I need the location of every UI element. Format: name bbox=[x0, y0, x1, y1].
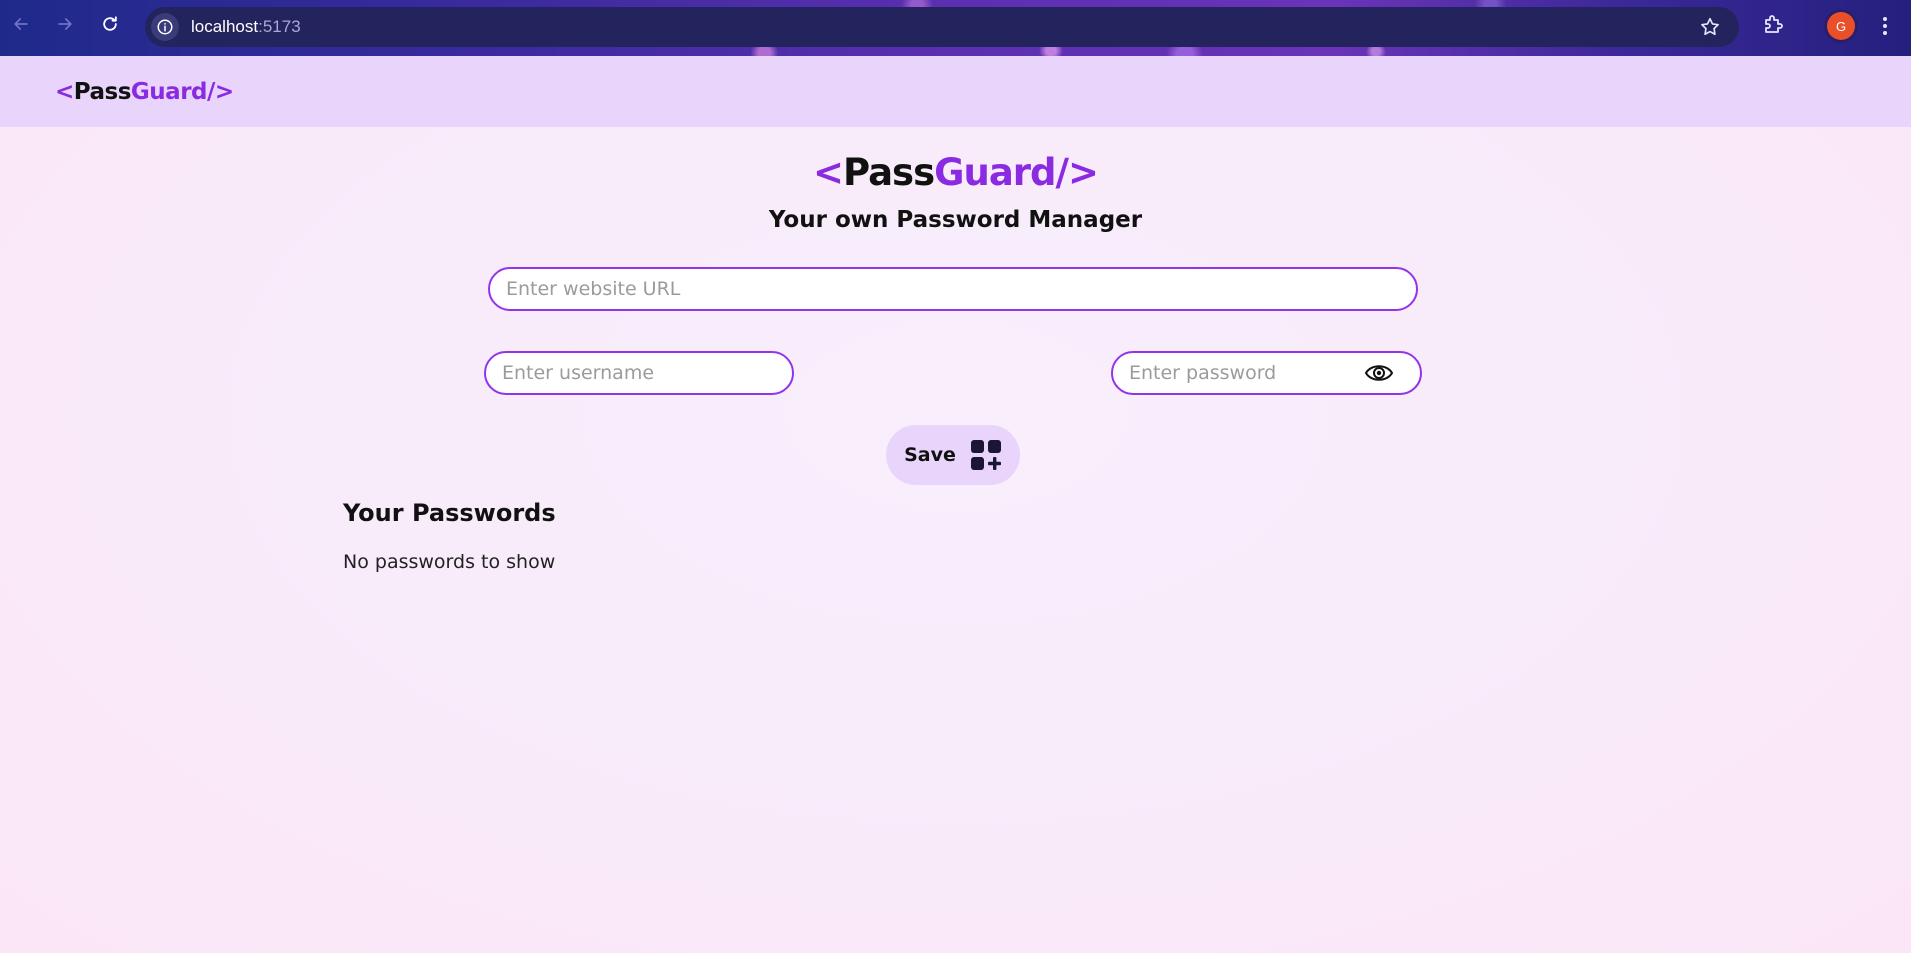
address-url[interactable]: localhost:5173 bbox=[191, 17, 301, 37]
tagline: Your own Password Manager bbox=[768, 207, 1143, 233]
navbar-logo[interactable]: <PassGuard/> bbox=[55, 79, 234, 105]
bookmark-star-icon[interactable] bbox=[1699, 16, 1721, 38]
logo-close-bracket: /> bbox=[207, 79, 234, 105]
extensions-puzzle-icon[interactable] bbox=[1761, 13, 1785, 37]
profile-avatar[interactable]: G bbox=[1827, 12, 1855, 40]
hero-logo-open-bracket: < bbox=[812, 151, 844, 194]
hero-logo-guard-text: Guard bbox=[934, 151, 1056, 194]
url-host: localhost bbox=[191, 17, 259, 36]
no-passwords-message: No passwords to show bbox=[343, 551, 556, 573]
passwords-section-title: Your Passwords bbox=[343, 499, 556, 527]
reload-icon[interactable] bbox=[96, 10, 124, 38]
url-port: :5173 bbox=[258, 17, 301, 36]
address-bar[interactable]: localhost:5173 bbox=[145, 7, 1739, 47]
show-password-eye-icon[interactable] bbox=[1364, 359, 1394, 387]
save-button[interactable]: Save bbox=[886, 425, 1020, 485]
hero-logo-close-bracket: /> bbox=[1055, 151, 1100, 194]
app-navbar: <PassGuard/> bbox=[0, 56, 1911, 127]
browser-toolbar: localhost:5173 G bbox=[0, 0, 1911, 56]
logo-guard-text: Guard bbox=[130, 79, 208, 105]
logo-pass-text: Pass bbox=[73, 79, 132, 105]
browser-menu-icon[interactable] bbox=[1880, 14, 1890, 38]
logo-open-bracket: < bbox=[55, 79, 74, 105]
website-url-input[interactable] bbox=[488, 267, 1418, 311]
password-field bbox=[1111, 351, 1422, 395]
save-button-label: Save bbox=[904, 444, 956, 466]
hero-logo-pass-text: Pass bbox=[842, 151, 935, 194]
forward-arrow-icon[interactable] bbox=[51, 10, 79, 38]
main-content: <PassGuard/> Your own Password Manager S… bbox=[0, 127, 1911, 953]
back-arrow-icon[interactable] bbox=[7, 10, 35, 38]
username-input[interactable] bbox=[484, 351, 794, 395]
add-grid-icon bbox=[970, 439, 1002, 471]
site-info-icon[interactable] bbox=[151, 13, 179, 41]
hero-logo: <PassGuard/> bbox=[0, 151, 1911, 194]
